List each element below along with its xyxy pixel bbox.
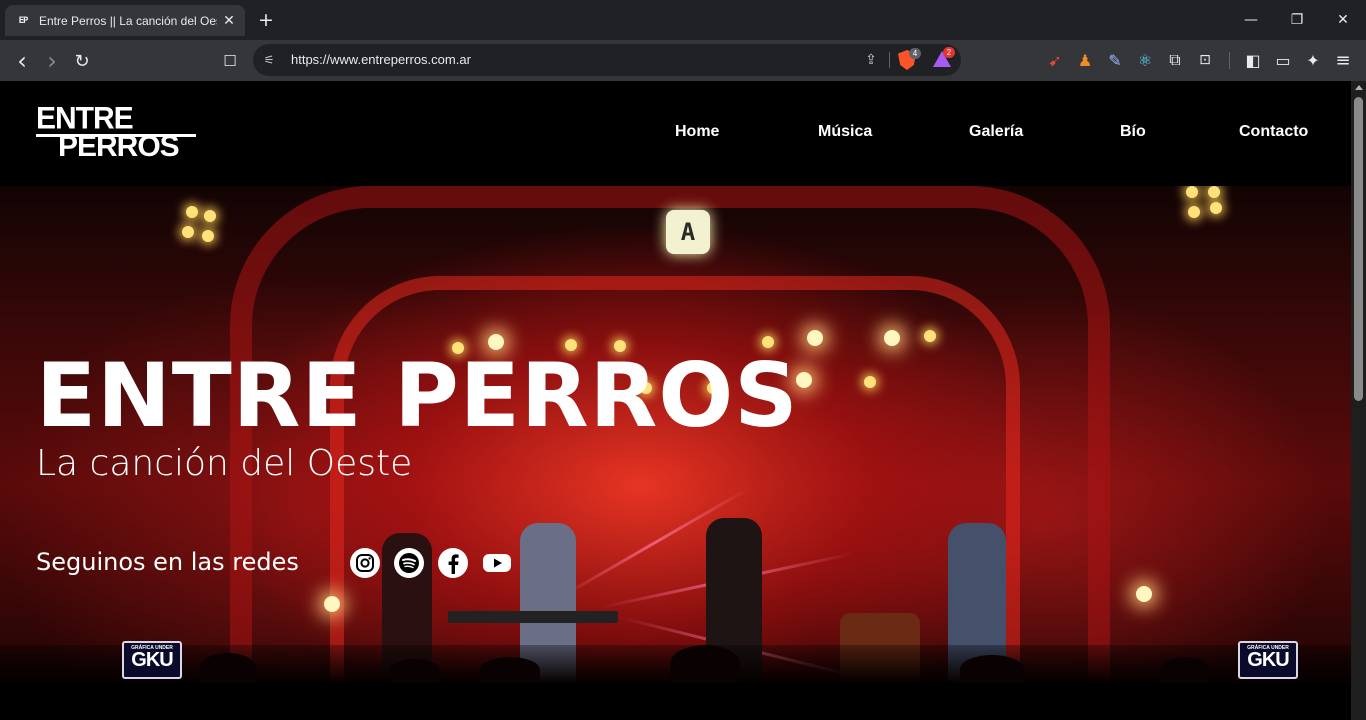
close-window-button[interactable]: ✕ bbox=[1331, 8, 1355, 32]
toolbar-divider bbox=[1229, 52, 1230, 69]
site-info-icon[interactable]: ⚟ bbox=[261, 52, 277, 68]
stage-light bbox=[1188, 206, 1200, 218]
stage-light bbox=[924, 330, 936, 342]
site-favicon-icon: EP bbox=[18, 15, 29, 26]
gku-watermark-logo: GRÁFICA UNDER GKU bbox=[1238, 641, 1298, 679]
stage-light bbox=[186, 206, 198, 218]
nav-musica[interactable]: Música bbox=[818, 123, 872, 141]
menu-icon[interactable]: ≡ bbox=[1332, 49, 1354, 71]
stage-light bbox=[1210, 202, 1222, 214]
crowd-head bbox=[390, 659, 440, 683]
crowd-head bbox=[200, 653, 256, 683]
crowd-head bbox=[480, 657, 540, 683]
url-text[interactable]: https://www.entreperros.com.ar bbox=[291, 52, 471, 67]
new-tab-button[interactable]: + bbox=[256, 9, 276, 31]
hero-subtitle: La canción del Oeste bbox=[36, 443, 413, 484]
bookmark-button[interactable]: ☐ bbox=[218, 49, 242, 73]
minimize-button[interactable]: — bbox=[1239, 8, 1263, 32]
gku-watermark-text: GKU bbox=[1247, 648, 1289, 671]
browser-tab-strip: EP Entre Perros || La canción del Oeste … bbox=[0, 0, 1366, 40]
stage-light bbox=[807, 330, 823, 346]
gku-watermark-text: GKU bbox=[131, 648, 173, 671]
hero-title: ENTRE PERROS bbox=[36, 344, 799, 447]
gku-watermark-logo: GRÁFICA UNDER GKU bbox=[122, 641, 182, 679]
stage-light bbox=[1136, 586, 1152, 602]
stage-light bbox=[204, 210, 216, 222]
back-button[interactable]: ‹ bbox=[10, 47, 34, 75]
react-devtools-icon[interactable]: ⚛ bbox=[1134, 49, 1156, 71]
omnibox-divider bbox=[889, 52, 890, 68]
browser-tab[interactable]: EP Entre Perros || La canción del Oeste … bbox=[5, 5, 245, 36]
stage-light bbox=[324, 596, 340, 612]
crowd-head bbox=[960, 655, 1024, 683]
leo-ai-icon[interactable]: ✦ bbox=[1302, 49, 1324, 71]
forward-button[interactable]: › bbox=[40, 47, 64, 75]
gku-watermark-caption: GRÁFICA UNDER bbox=[131, 645, 173, 651]
shields-count-badge: 4 bbox=[909, 48, 921, 59]
tab-close-icon[interactable]: ✕ bbox=[221, 13, 237, 29]
extension-figure-icon[interactable]: ♟ bbox=[1074, 49, 1096, 71]
extension-bird-icon[interactable]: ➹ bbox=[1044, 49, 1066, 71]
stage-light bbox=[1186, 186, 1198, 198]
extension-eyedropper-icon[interactable]: ✎ bbox=[1104, 49, 1126, 71]
instagram-icon[interactable] bbox=[350, 548, 380, 578]
tab-title: Entre Perros || La canción del Oeste bbox=[39, 13, 217, 28]
web-page: ENTRE PERROS Home Música Galería Bío Con… bbox=[0, 81, 1351, 720]
page-scrollbar[interactable] bbox=[1351, 81, 1366, 720]
stage-light bbox=[884, 330, 900, 346]
sidebar-icon[interactable]: ◧ bbox=[1242, 49, 1264, 71]
logo-text-line2: PERROS bbox=[58, 130, 180, 163]
nav-galeria[interactable]: Galería bbox=[969, 123, 1023, 141]
spotify-icon[interactable] bbox=[394, 548, 424, 578]
scroll-thumb[interactable] bbox=[1354, 97, 1363, 401]
crowd-silhouette bbox=[0, 645, 1351, 683]
gku-watermark-caption: GRÁFICA UNDER bbox=[1247, 645, 1289, 651]
stage-light bbox=[1208, 186, 1220, 198]
page-bottom-section bbox=[0, 683, 1351, 720]
nav-contacto[interactable]: Contacto bbox=[1239, 123, 1308, 141]
stage-light bbox=[864, 376, 876, 388]
scroll-up-arrow-icon[interactable] bbox=[1355, 85, 1363, 90]
site-header: ENTRE PERROS Home Música Galería Bío Con… bbox=[0, 81, 1351, 186]
reload-button[interactable]: ↻ bbox=[70, 49, 94, 73]
maximize-button[interactable]: ❐ bbox=[1285, 8, 1309, 32]
site-logo[interactable]: ENTRE PERROS bbox=[36, 103, 198, 164]
youtube-icon[interactable] bbox=[482, 548, 512, 578]
nav-home[interactable]: Home bbox=[675, 123, 719, 141]
browser-toolbar: ‹ › ↻ ☐ ⚟ https://www.entreperros.com.ar… bbox=[0, 40, 1366, 81]
crowd-head bbox=[670, 645, 740, 683]
tab-search-icon[interactable]: ⊡ bbox=[1194, 49, 1216, 71]
share-icon[interactable]: ⇪ bbox=[861, 50, 881, 70]
facebook-icon[interactable] bbox=[438, 548, 468, 578]
nav-bio[interactable]: Bío bbox=[1120, 123, 1146, 141]
keyboard bbox=[448, 611, 618, 623]
crowd-head bbox=[1160, 657, 1210, 683]
rewards-count-badge: 2 bbox=[943, 47, 955, 58]
wallet-icon[interactable]: ▭ bbox=[1272, 49, 1294, 71]
stage-light bbox=[182, 226, 194, 238]
address-bar[interactable]: ⚟ https://www.entreperros.com.ar ⇪ 4 2 bbox=[253, 44, 961, 76]
stage-light bbox=[202, 230, 214, 242]
extensions-puzzle-icon[interactable]: ⧉ bbox=[1164, 49, 1186, 71]
hero-section: A ENTRE PERROS La canción del Oeste Segu… bbox=[0, 186, 1351, 683]
social-label: Seguinos en las redes bbox=[36, 548, 299, 576]
venue-emblem-logo: A bbox=[666, 210, 710, 254]
